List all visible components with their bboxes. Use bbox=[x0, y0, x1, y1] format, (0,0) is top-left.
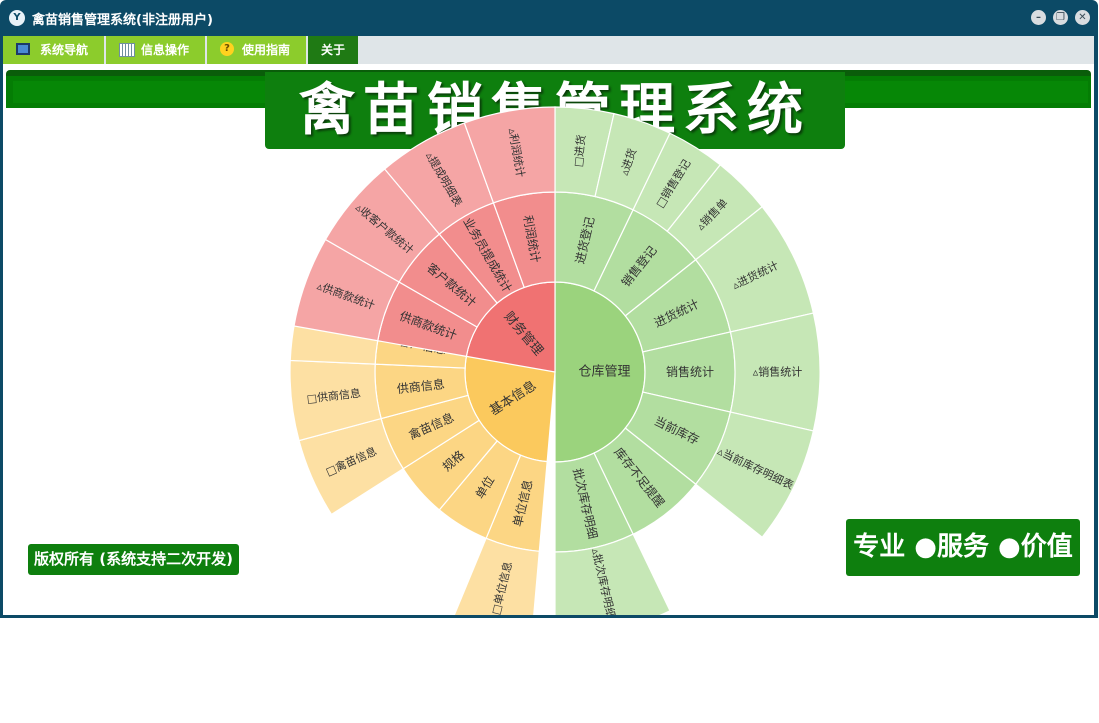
menu-user-guide-label: 使用指南 bbox=[242, 43, 291, 57]
menu-system-nav[interactable]: 系统导航 bbox=[3, 36, 106, 64]
window-title: 禽苗销售管理系统(非注册用户) bbox=[32, 13, 213, 28]
close-icon[interactable]: ✕ bbox=[1075, 10, 1090, 25]
slogan-badge: 专业 ●服务 ●价值 bbox=[846, 519, 1080, 576]
menu-about-label: 关于 bbox=[320, 43, 345, 57]
menu-system-nav-label: 系统导航 bbox=[40, 43, 89, 57]
help-icon: ? bbox=[220, 42, 234, 56]
app-logo-icon: Y bbox=[9, 10, 25, 26]
grid-icon bbox=[119, 43, 135, 57]
monitor-icon bbox=[16, 43, 30, 55]
sunburst-item-label: 销售统计 bbox=[666, 364, 714, 379]
copyright-badge: 版权所有 (系统支持二次开发) bbox=[28, 544, 239, 575]
sunburst-leaf-label: ▵销售统计 bbox=[753, 365, 803, 379]
menu-about[interactable]: 关于 bbox=[308, 36, 360, 64]
minimize-icon[interactable]: – bbox=[1031, 10, 1046, 25]
sunburst-root-label: 仓库管理 bbox=[578, 364, 630, 380]
title-bar: Y 禽苗销售管理系统(非注册用户) – ❐ ✕ bbox=[0, 0, 1098, 36]
menu-info-ops-label: 信息操作 bbox=[141, 43, 190, 57]
menu-user-guide[interactable]: ? 使用指南 bbox=[207, 36, 308, 64]
app-window: Y 禽苗销售管理系统(非注册用户) – ❐ ✕ 系统导航 信息操作 ? 使用指南… bbox=[0, 0, 1098, 618]
restore-icon[interactable]: ❐ bbox=[1053, 10, 1068, 25]
menu-info-ops[interactable]: 信息操作 bbox=[106, 36, 207, 64]
main-content: 禽苗销售管理系统 仓库管理进货登记□进货▵进货销售登记□销售登记▵销售单进货统计… bbox=[3, 64, 1094, 615]
menu-bar: 系统导航 信息操作 ? 使用指南 关于 bbox=[3, 36, 1094, 64]
